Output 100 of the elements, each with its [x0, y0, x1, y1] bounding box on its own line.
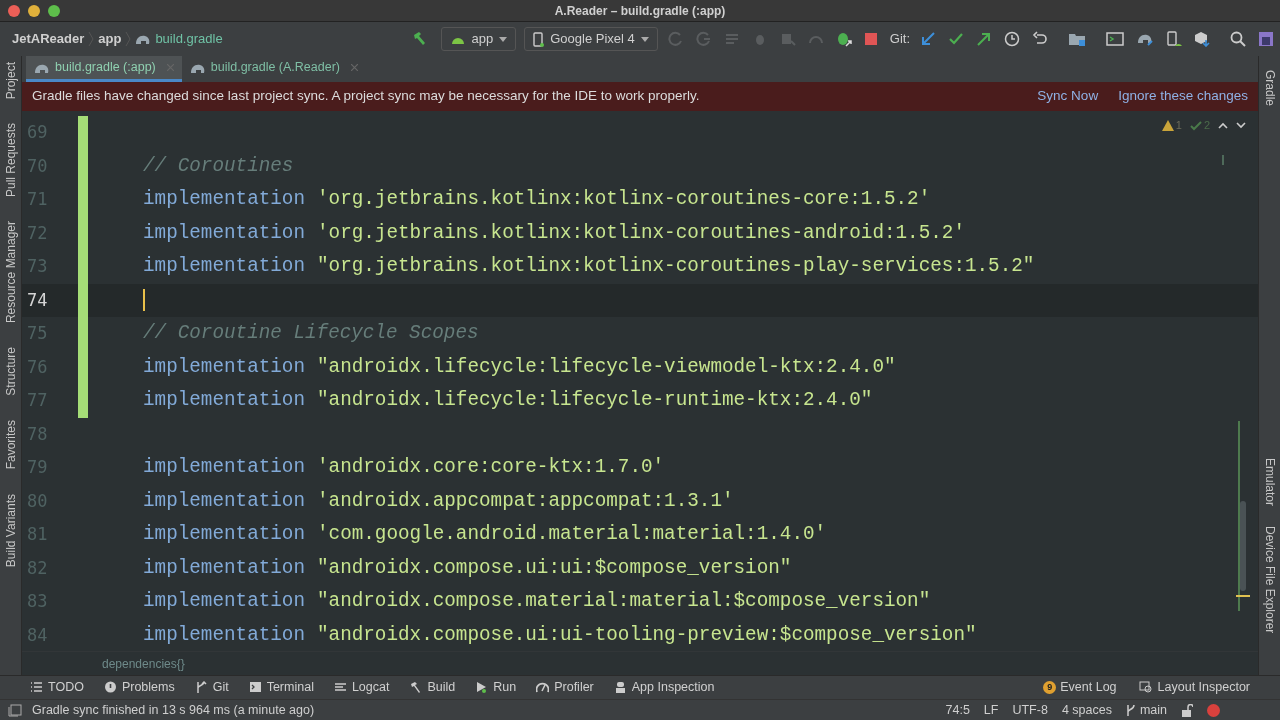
breadcrumb-item[interactable]: JetAReader	[12, 29, 85, 49]
stop-icon[interactable]	[863, 32, 878, 46]
magnifier-window-icon	[1138, 681, 1153, 694]
terminal-icon	[248, 681, 262, 694]
tool-window-button[interactable]: TODO	[30, 678, 84, 697]
notification-link[interactable]: Ignore these changes	[1118, 86, 1248, 107]
run-configuration-dropdown[interactable]: app	[440, 27, 517, 51]
folder-icon[interactable]	[1068, 31, 1086, 47]
play-icon	[475, 681, 489, 694]
code-string: "androidx.compose.material:material:$compose_version"	[317, 589, 931, 615]
file-encoding[interactable]: UTF-8	[1012, 700, 1048, 720]
previous-highlight-icon[interactable]	[1218, 121, 1228, 129]
undo-icon[interactable]	[1032, 31, 1048, 47]
tool-window-button[interactable]: Logcat	[333, 678, 390, 697]
code-keyword: implementation	[143, 220, 305, 246]
code-string: 'org.jetbrains.kotlinx:kotlinx-coroutines-core:1.5.2'	[317, 187, 931, 213]
code-string: 'androidx.appcompat:appcompat:1.3.1'	[317, 488, 734, 514]
unlocked-padlock-icon[interactable]	[1181, 703, 1193, 717]
caret-icon	[499, 36, 508, 42]
push-arrow-icon[interactable]	[976, 31, 992, 47]
code-keyword: implementation	[143, 354, 305, 380]
checkmark-icon[interactable]	[948, 31, 964, 47]
tool-window-button[interactable]: Git	[194, 678, 229, 697]
caret-position[interactable]: 74:5	[945, 700, 970, 720]
notification-message: Gradle files have changed since last project sync. A project sync may be necessary for the IDE to work properly.	[32, 87, 700, 106]
line-separator[interactable]: LF	[983, 700, 999, 720]
git-branch-button[interactable]: main	[1125, 700, 1167, 720]
code-keyword: implementation	[143, 455, 305, 481]
minimize-window-button[interactable]	[28, 5, 40, 17]
apply-changes-icon[interactable]	[667, 31, 684, 47]
code-string: 'org.jetbrains.kotlinx:kotlinx-coroutines-android:1.5.2'	[317, 220, 965, 246]
code-keyword: implementation	[143, 254, 305, 280]
tool-window-tab[interactable]: Favorites	[1, 420, 20, 470]
code-keyword: implementation	[143, 488, 305, 514]
scrollbar-thumb[interactable]	[1240, 501, 1246, 591]
update-arrow-icon[interactable]	[920, 31, 936, 47]
maximize-window-button[interactable]	[48, 5, 60, 17]
tool-window-button[interactable]: App Inspection	[613, 678, 715, 697]
terminal-window-icon[interactable]	[1106, 31, 1124, 47]
editor-tab[interactable]: build.gradle (A.Reader)	[181, 56, 366, 82]
gauge-icon	[536, 681, 550, 694]
breadcrumb-item[interactable]: app	[98, 29, 122, 49]
code-breadcrumb[interactable]: dependencies{}	[102, 654, 185, 673]
layout-inspector-button[interactable]: Layout Inspector	[1138, 678, 1250, 697]
warning-icon	[1161, 119, 1174, 131]
error-indicator-icon[interactable]	[1207, 703, 1220, 717]
tool-window-tab[interactable]: Pull Requests	[1, 123, 20, 198]
tool-window-tab[interactable]: Build Variants	[1, 493, 20, 567]
tool-window-button[interactable]: Build	[409, 678, 456, 697]
code-string: "org.jetbrains.kotlinx:kotlinx-coroutines-play-services:1.5.2"	[317, 254, 1035, 280]
tool-window-button[interactable]: Run	[475, 678, 517, 697]
tool-window-tab[interactable]: Device File Explorer	[1260, 526, 1279, 634]
caret-icon	[640, 36, 649, 42]
code-string: "androidx.lifecycle:lifecycle-runtime-ktx:2.4.0"	[317, 388, 873, 414]
close-tab-icon[interactable]	[351, 64, 358, 71]
code-string: "androidx.compose.ui:ui:$compose_version"	[317, 555, 792, 581]
list-icon[interactable]	[723, 31, 740, 47]
tool-window-button[interactable]: Problems	[103, 678, 175, 697]
branch-icon	[1125, 703, 1136, 717]
code-keyword: implementation	[143, 187, 305, 213]
code-string: "androidx.lifecycle:lifecycle-viewmodel-ktx:2.4.0"	[317, 354, 896, 380]
code-string: "androidx.compose.ui:ui-tooling-preview:$compose_version"	[317, 622, 977, 648]
exclamation-icon	[103, 681, 117, 694]
sdk-manager-icon[interactable]	[1194, 31, 1210, 47]
code-comment: // Coroutine Lifecycle Scopes	[143, 321, 479, 347]
tool-window-tab[interactable]: Gradle	[1260, 70, 1279, 107]
tool-window-tab[interactable]: Project	[1, 62, 20, 100]
notification-badge: 9	[1043, 681, 1057, 694]
hammer-icon	[409, 681, 423, 694]
editor-tab[interactable]: build.gradle (:app)	[26, 56, 182, 82]
assistant-icon[interactable]	[1258, 31, 1274, 47]
tool-window-tab[interactable]: Emulator	[1260, 458, 1279, 507]
next-highlight-icon[interactable]	[1236, 121, 1246, 129]
apply-code-changes-icon[interactable]	[695, 31, 712, 47]
checkmark-icon	[1189, 119, 1202, 131]
debug-icon[interactable]	[835, 31, 852, 47]
notification-link[interactable]: Sync Now	[1037, 86, 1099, 107]
tool-window-button[interactable]: Terminal	[248, 678, 314, 697]
tool-window-button[interactable]: Profiler	[536, 678, 594, 697]
close-window-button[interactable]	[8, 5, 20, 17]
status-message: Gradle sync finished in 13 s 964 ms (a minute ago)	[32, 701, 315, 719]
breadcrumb-item[interactable]: build.gradle	[135, 29, 223, 49]
code-string: 'androidx.core:core-ktx:1.7.0'	[317, 455, 665, 481]
error-stripe-marker	[1222, 155, 1224, 165]
device-manager-icon[interactable]	[1166, 31, 1182, 47]
panel-toggle-icon[interactable]	[8, 703, 22, 717]
code-keyword: implementation	[143, 388, 305, 414]
branch-icon	[194, 681, 208, 694]
code-keyword: implementation	[143, 522, 305, 548]
event-log-button[interactable]: 9 Event Log	[1043, 678, 1117, 697]
device-dropdown[interactable]: Google Pixel 4	[524, 27, 658, 51]
clock-icon[interactable]	[1004, 31, 1020, 47]
lines-icon	[333, 681, 347, 694]
search-icon[interactable]	[1230, 31, 1246, 47]
list-icon	[30, 681, 43, 694]
code-comment: // Coroutines	[143, 153, 294, 179]
figure-icon	[613, 681, 627, 694]
tool-window-tab[interactable]: Structure	[1, 347, 20, 397]
tool-window-tab[interactable]: Resource Manager	[1, 221, 20, 324]
indent-setting[interactable]: 4 spaces	[1061, 700, 1112, 720]
